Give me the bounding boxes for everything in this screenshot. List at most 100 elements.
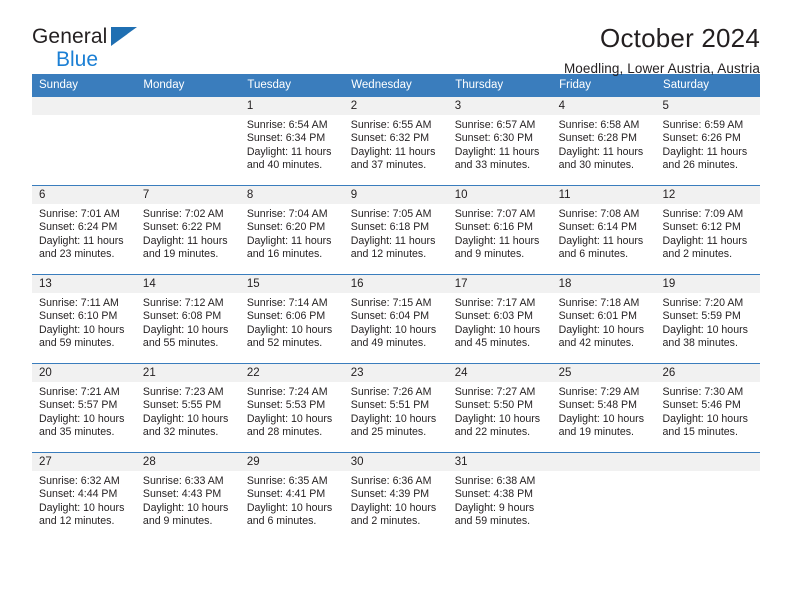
- calendar-day-cell[interactable]: 7 Sunrise: 7:02 AM Sunset: 6:22 PM Daylight…: [135, 185, 240, 275]
- day-cell-content: 14 Sunrise: 7:12 AM Sunset: 6:08 PM Dayligh…: [135, 275, 240, 363]
- daylight-text: Daylight: 10 hours and 38 minutes.: [662, 323, 748, 350]
- weekday-header-monday: Monday: [135, 74, 241, 97]
- calendar-day-cell[interactable]: 21 Sunrise: 7:23 AM Sunset: 5:55 PM Dayligh…: [135, 363, 240, 453]
- sunset-text: Sunset: 6:30 PM: [454, 132, 534, 145]
- sunrise-text: Sunrise: 7:18 AM: [558, 297, 640, 309]
- sunrise-text: Sunrise: 7:15 AM: [350, 297, 432, 309]
- calendar-day-cell[interactable]: 6 Sunrise: 7:01 AM Sunset: 6:24 PM Daylight…: [32, 185, 136, 275]
- calendar-day-cell[interactable]: 12 Sunrise: 7:09 AM Sunset: 6:12 PM Dayligh…: [655, 185, 760, 275]
- calendar-day-cell[interactable]: 28 Sunrise: 6:33 AM Sunset: 4:43 PM Dayligh…: [135, 452, 240, 542]
- calendar-day-cell[interactable]: 16 Sunrise: 7:15 AM Sunset: 6:04 PM Dayligh…: [343, 274, 448, 364]
- calendar-day-cell[interactable]: 25 Sunrise: 7:29 AM Sunset: 5:48 PM Dayligh…: [551, 363, 656, 453]
- calendar-day-cell: [32, 96, 136, 186]
- sunrise-text: Sunrise: 7:09 AM: [662, 208, 744, 220]
- calendar-day-cell[interactable]: 30 Sunrise: 6:36 AM Sunset: 4:39 PM Dayligh…: [343, 452, 448, 542]
- calendar-day-cell[interactable]: 22 Sunrise: 7:24 AM Sunset: 5:53 PM Dayligh…: [239, 363, 344, 453]
- weekday-header-thursday: Thursday: [447, 74, 553, 97]
- day-number: 30: [343, 453, 448, 471]
- day-number: 9: [343, 186, 448, 204]
- daylight-text: Daylight: 10 hours and 12 minutes.: [39, 501, 125, 528]
- sunrise-text: Sunrise: 7:26 AM: [350, 386, 432, 398]
- day-number: 27: [32, 453, 136, 471]
- page-header: General Blue October 2024 Moedling, Lowe…: [32, 0, 760, 76]
- day-info: Sunrise: 6:57 AM Sunset: 6:30 PM Daylight:…: [448, 115, 552, 173]
- sunrise-text: Sunrise: 7:20 AM: [662, 297, 744, 309]
- brand-logo[interactable]: General Blue: [32, 22, 162, 70]
- daylight-text: Daylight: 9 hours and 59 minutes.: [454, 501, 535, 528]
- sunset-text: Sunset: 5:53 PM: [246, 399, 326, 412]
- day-info: Sunrise: 7:23 AM Sunset: 5:55 PM Daylight:…: [136, 382, 240, 440]
- day-number: 26: [655, 364, 760, 382]
- day-cell-content: 6 Sunrise: 7:01 AM Sunset: 6:24 PM Daylight…: [32, 186, 136, 274]
- calendar-day-cell[interactable]: 2 Sunrise: 6:55 AM Sunset: 6:32 PM Daylight…: [343, 96, 448, 186]
- day-number: 20: [32, 364, 136, 382]
- calendar-day-cell[interactable]: 27 Sunrise: 6:32 AM Sunset: 4:44 PM Dayligh…: [32, 452, 136, 542]
- day-cell-content: 18 Sunrise: 7:18 AM Sunset: 6:01 PM Dayligh…: [551, 275, 656, 363]
- day-info: Sunrise: 7:11 AM Sunset: 6:10 PM Daylight:…: [32, 293, 136, 351]
- calendar-day-cell[interactable]: 1 Sunrise: 6:54 AM Sunset: 6:34 PM Daylight…: [239, 96, 344, 186]
- calendar-day-cell[interactable]: 31 Sunrise: 6:38 AM Sunset: 4:38 PM Dayligh…: [447, 452, 552, 542]
- day-cell-content: 31 Sunrise: 6:38 AM Sunset: 4:38 PM Dayligh…: [447, 453, 552, 542]
- sunset-text: Sunset: 6:18 PM: [350, 221, 430, 234]
- daylight-text: Daylight: 10 hours and 42 minutes.: [558, 323, 644, 350]
- calendar-day-cell[interactable]: 23 Sunrise: 7:26 AM Sunset: 5:51 PM Dayligh…: [343, 363, 448, 453]
- calendar-day-cell[interactable]: 29 Sunrise: 6:35 AM Sunset: 4:41 PM Dayligh…: [239, 452, 344, 542]
- sunset-text: Sunset: 6:03 PM: [454, 310, 534, 323]
- sunset-text: Sunset: 5:55 PM: [142, 399, 222, 412]
- calendar-day-cell[interactable]: 24 Sunrise: 7:27 AM Sunset: 5:50 PM Dayligh…: [447, 363, 552, 453]
- weekday-header-row: Sunday Monday Tuesday Wednesday Thursday…: [32, 74, 760, 97]
- calendar-table: Sunday Monday Tuesday Wednesday Thursday…: [32, 74, 760, 542]
- day-cell-content: 23 Sunrise: 7:26 AM Sunset: 5:51 PM Dayligh…: [343, 364, 448, 452]
- day-number: 5: [655, 97, 760, 115]
- sunset-text: Sunset: 6:10 PM: [39, 310, 118, 323]
- sunrise-text: Sunrise: 7:21 AM: [39, 386, 120, 398]
- day-info: Sunrise: 7:30 AM Sunset: 5:46 PM Daylight:…: [656, 382, 760, 440]
- sunrise-text: Sunrise: 7:29 AM: [558, 386, 640, 398]
- calendar-day-cell[interactable]: 9 Sunrise: 7:05 AM Sunset: 6:18 PM Daylight…: [343, 185, 448, 275]
- sunrise-text: Sunrise: 6:55 AM: [350, 119, 432, 131]
- day-number: 16: [343, 275, 448, 293]
- day-cell-content: 15 Sunrise: 7:14 AM Sunset: 6:06 PM Dayligh…: [239, 275, 344, 363]
- calendar-day-cell[interactable]: 4 Sunrise: 6:58 AM Sunset: 6:28 PM Daylight…: [551, 96, 656, 186]
- day-cell-content: 5 Sunrise: 6:59 AM Sunset: 6:26 PM Daylight…: [655, 97, 760, 185]
- daylight-text: Daylight: 11 hours and 6 minutes.: [558, 234, 644, 261]
- calendar-day-cell[interactable]: 15 Sunrise: 7:14 AM Sunset: 6:06 PM Dayligh…: [239, 274, 344, 364]
- calendar-day-cell[interactable]: 5 Sunrise: 6:59 AM Sunset: 6:26 PM Daylight…: [655, 96, 760, 186]
- day-number: 24: [447, 364, 552, 382]
- calendar-day-cell[interactable]: 3 Sunrise: 6:57 AM Sunset: 6:30 PM Daylight…: [447, 96, 552, 186]
- day-cell-content: 22 Sunrise: 7:24 AM Sunset: 5:53 PM Dayligh…: [239, 364, 344, 452]
- day-cell-content: 8 Sunrise: 7:04 AM Sunset: 6:20 PM Daylight…: [239, 186, 344, 274]
- calendar-day-cell[interactable]: 13 Sunrise: 7:11 AM Sunset: 6:10 PM Dayligh…: [32, 274, 136, 364]
- weekday-header-friday: Friday: [551, 74, 657, 97]
- day-cell-content: 30 Sunrise: 6:36 AM Sunset: 4:39 PM Dayligh…: [343, 453, 448, 542]
- day-info: Sunrise: 7:24 AM Sunset: 5:53 PM Daylight:…: [240, 382, 344, 440]
- daylight-text: Daylight: 10 hours and 19 minutes.: [558, 412, 644, 439]
- sunrise-text: Sunrise: 7:08 AM: [558, 208, 640, 220]
- sunset-text: Sunset: 6:08 PM: [142, 310, 222, 323]
- day-cell-content: 28 Sunrise: 6:33 AM Sunset: 4:43 PM Dayligh…: [135, 453, 240, 542]
- day-cell-content: 12 Sunrise: 7:09 AM Sunset: 6:12 PM Dayligh…: [655, 186, 760, 274]
- calendar-body: 1 Sunrise: 6:54 AM Sunset: 6:34 PM Daylight…: [32, 96, 760, 542]
- day-info: Sunrise: 7:05 AM Sunset: 6:18 PM Daylight:…: [344, 204, 448, 262]
- day-number: 22: [239, 364, 344, 382]
- calendar-day-cell[interactable]: 14 Sunrise: 7:12 AM Sunset: 6:08 PM Dayligh…: [135, 274, 240, 364]
- calendar-day-cell[interactable]: 17 Sunrise: 7:17 AM Sunset: 6:03 PM Dayligh…: [447, 274, 552, 364]
- sunrise-text: Sunrise: 6:38 AM: [454, 475, 536, 487]
- sunset-text: Sunset: 5:46 PM: [662, 399, 741, 412]
- day-info: Sunrise: 6:54 AM Sunset: 6:34 PM Daylight:…: [240, 115, 344, 173]
- day-info: Sunrise: 7:02 AM Sunset: 6:22 PM Daylight:…: [136, 204, 240, 262]
- calendar-day-cell[interactable]: 11 Sunrise: 7:08 AM Sunset: 6:14 PM Dayligh…: [551, 185, 656, 275]
- calendar-day-cell[interactable]: 18 Sunrise: 7:18 AM Sunset: 6:01 PM Dayligh…: [551, 274, 656, 364]
- sunset-text: Sunset: 4:44 PM: [39, 488, 118, 501]
- day-cell-content: 13 Sunrise: 7:11 AM Sunset: 6:10 PM Dayligh…: [32, 275, 136, 363]
- sunrise-text: Sunrise: 7:12 AM: [142, 297, 224, 309]
- calendar-day-cell[interactable]: 19 Sunrise: 7:20 AM Sunset: 5:59 PM Dayligh…: [655, 274, 760, 364]
- day-number: 10: [447, 186, 552, 204]
- daylight-text: Daylight: 11 hours and 12 minutes.: [350, 234, 436, 261]
- calendar-day-cell[interactable]: 26 Sunrise: 7:30 AM Sunset: 5:46 PM Dayligh…: [655, 363, 760, 453]
- calendar-day-cell[interactable]: 20 Sunrise: 7:21 AM Sunset: 5:57 PM Dayligh…: [32, 363, 136, 453]
- calendar-day-cell[interactable]: 10 Sunrise: 7:07 AM Sunset: 6:16 PM Dayligh…: [447, 185, 552, 275]
- sunrise-text: Sunrise: 7:05 AM: [350, 208, 432, 220]
- daylight-text: Daylight: 10 hours and 45 minutes.: [454, 323, 541, 350]
- calendar-day-cell[interactable]: 8 Sunrise: 7:04 AM Sunset: 6:20 PM Daylight…: [239, 185, 344, 275]
